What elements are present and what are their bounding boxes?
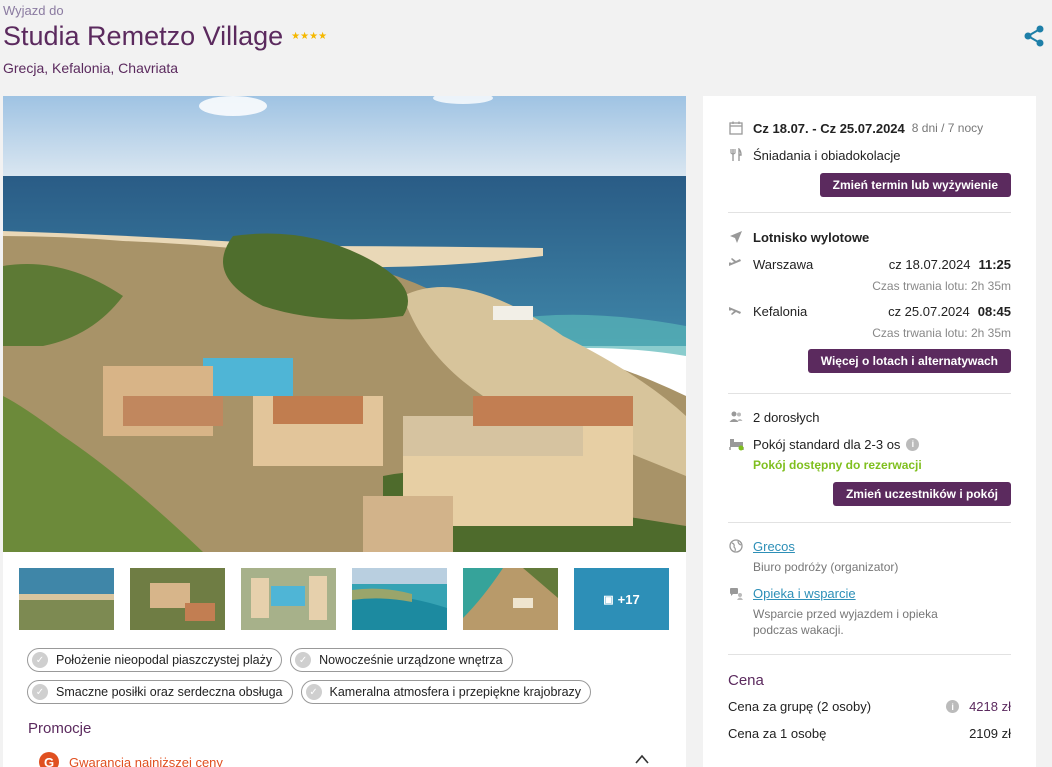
more-photos-button[interactable]: ▣ +17 [574,568,669,630]
star-rating: ★★★★ [291,31,328,42]
person-price-value: 2109 zł [969,726,1011,741]
booking-panel: Cz 18.07. - Cz 25.07.2024 8 dni / 7 nocy… [703,96,1036,767]
feature-chip: ✓ Kameralna atmosfera i przepiękne krajo… [300,680,592,704]
guests-row: 2 dorosłych [728,409,1011,425]
plane-departure-icon [728,256,744,273]
guests-count: 2 dorosłych [753,409,820,425]
return-duration: Czas trwania lotu: 2h 35m [872,326,1011,340]
support-description: Wsparcie przed wyjazdem i opieka podczas… [753,607,938,637]
feature-label: Położenie nieopodal piaszczystej plaży [56,653,273,667]
support-row: Opieka i wsparcie [728,585,1011,601]
thumbnail-3[interactable] [241,568,336,630]
organizer-description: Biuro podróży (organizator) [753,560,899,574]
people-icon [728,409,744,425]
outbound-flight: Warszawa cz 18.07.2024 11:25 [728,256,1011,273]
feature-chip: ✓ Położenie nieopodal piaszczystej plaży [27,648,283,672]
change-date-button[interactable]: Zmień termin lub wyżywienie [819,173,1011,197]
calendar-icon [728,120,744,136]
thumbnail-1[interactable] [19,568,114,630]
group-price-row: Cena za grupę (2 osoby) i 4218 zł [728,699,1011,714]
navigation-arrow-icon [728,229,744,245]
airport-row: Lotnisko wylotowe [728,229,1011,245]
outbound-duration: Czas trwania lotu: 2h 35m [872,279,1011,293]
price-title: Cena [728,672,764,689]
support-icon [728,585,744,601]
flights-info-button[interactable]: Więcej o lotach i alternatywach [807,349,1011,373]
gallery-panel: ▣ +17 ✓ Położenie nieopodal piaszczystej… [3,96,686,767]
outbound-time: 11:25 [978,257,1011,272]
feature-list: ✓ Położenie nieopodal piaszczystej plaży… [27,648,667,712]
room-type: Pokój standard dla 2-3 os [753,436,901,452]
change-guests-button[interactable]: Zmień uczestników i pokój [832,482,1011,506]
travel-dates: Cz 18.07. - Cz 25.07.2024 [753,120,905,136]
airport-title: Lotnisko wylotowe [753,229,870,245]
feature-label: Kameralna atmosfera i przepiękne krajobr… [329,685,582,699]
feature-label: Smaczne posiłki oraz serdeczna obsługa [56,685,283,699]
check-icon: ✓ [32,684,48,700]
bed-icon [728,436,744,452]
check-icon: ✓ [305,684,322,700]
promotion-label: Gwarancja najniższej ceny [69,754,223,767]
hotel-title: Studia Remetzo Village [3,21,284,51]
thumbnail-2[interactable] [130,568,225,630]
check-icon: ✓ [295,652,312,668]
plane-arrival-icon [728,303,744,320]
globe-icon [728,538,744,554]
return-date: cz 25.07.2024 [888,304,970,319]
group-price-value: 4218 zł [969,699,1011,714]
support-link[interactable]: Opieka i wsparcie [753,586,856,601]
return-time: 08:45 [977,304,1011,319]
group-price-label: Cena za grupę (2 osoby) [728,699,872,714]
feature-chip: ✓ Smaczne posiłki oraz serdeczna obsługa [27,680,293,704]
guarantee-icon: G [39,752,59,767]
promotion-item[interactable]: G Gwarancja najniższej ceny [39,752,223,767]
trip-duration: 8 dni / 7 nocy [911,121,984,135]
thumbnail-strip: ▣ +17 [19,568,669,630]
room-row: Pokój standard dla 2-3 os i [728,436,1011,452]
promotions-title: Promocje [28,720,92,737]
board-row: Śniadania i obiadokolacje [728,147,1011,163]
outbound-date: cz 18.07.2024 [888,257,971,272]
cutlery-icon [728,147,744,163]
return-city: Kefalonia [753,304,808,319]
person-price-row: Cena za 1 osobę 2109 zł [728,726,1011,741]
dates-row: Cz 18.07. - Cz 25.07.2024 8 dni / 7 nocy [728,120,1011,136]
page-header: Wyjazd do Studia Remetzo Village ★★★★ Gr… [3,3,1043,76]
board-type: Śniadania i obiadokolacje [753,147,901,163]
check-icon: ✓ [32,652,48,668]
organizer-row: Grecos [728,538,1011,554]
chevron-up-icon[interactable] [635,754,649,764]
return-flight: Kefalonia cz 25.07.2024 08:45 [728,303,1011,320]
feature-chip: ✓ Nowocześnie urządzone wnętrza [290,648,513,672]
share-icon[interactable] [1022,24,1046,48]
feature-label: Nowocześnie urządzone wnętrza [319,653,503,667]
room-availability: Pokój dostępny do rezerwacji [753,458,922,472]
thumbnail-4[interactable] [352,568,447,630]
hero-photo[interactable] [3,96,686,552]
hotel-location: Grecja, Kefalonia, Chavriata [3,60,179,76]
organizer-link[interactable]: Grecos [753,539,795,554]
eyebrow-label: Wyjazd do [3,3,64,18]
thumbnail-5[interactable] [463,568,558,630]
person-price-label: Cena za 1 osobę [728,726,827,741]
info-icon[interactable]: i [946,700,960,713]
image-icon: ▣ [603,593,614,606]
more-photos-count: +17 [617,591,640,607]
outbound-city: Warszawa [753,257,814,272]
info-icon[interactable]: i [906,437,920,451]
